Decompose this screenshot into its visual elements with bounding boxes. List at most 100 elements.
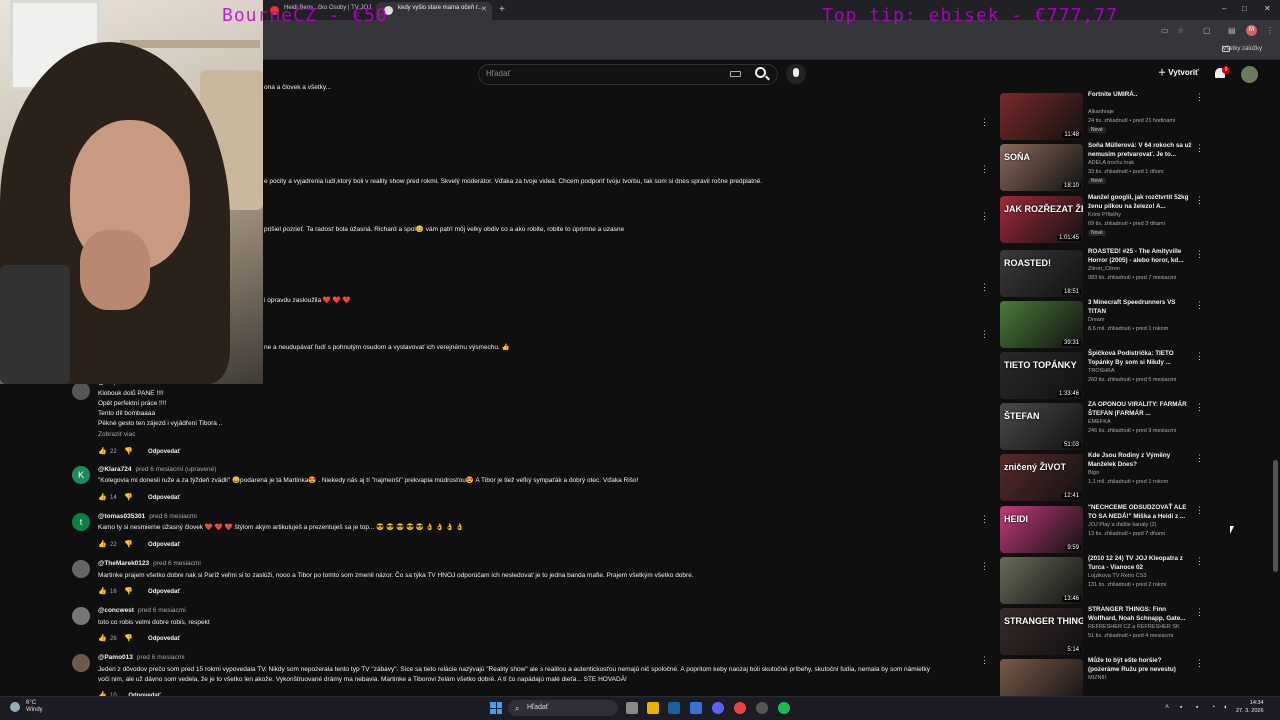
- browser-tab-2[interactable]: kedy vyšlo stare mama očeň r... ✕: [376, 2, 492, 20]
- video-title[interactable]: 3 Minecraft Speedrunners VS TITAN: [1088, 298, 1192, 316]
- video-thumbnail[interactable]: JAK ROZŘEZAT ŽENU 1:01:45: [1000, 196, 1083, 243]
- create-button[interactable]: ＋ Vytvoriť: [1158, 67, 1199, 78]
- video-menu-icon[interactable]: ⋮: [1195, 144, 1204, 153]
- channel-name[interactable]: Lojzikova TV Retro CS3: [1088, 573, 1147, 579]
- comment-menu-icon[interactable]: ⋮: [980, 330, 989, 339]
- video-menu-icon[interactable]: ⋮: [1195, 506, 1204, 515]
- recommended-video[interactable]: TIETO TOPÁNKY 1:33:46 Špičková Podistrička…: [1000, 349, 1204, 402]
- tray-app-icon[interactable]: ▪: [1180, 704, 1182, 711]
- video-menu-icon[interactable]: ⋮: [1195, 301, 1204, 310]
- video-menu-icon[interactable]: ⋮: [1195, 352, 1204, 361]
- channel-name[interactable]: Alkanhraje: [1088, 109, 1114, 115]
- video-title[interactable]: "NECHCEME ODSUDZOVAŤ ALE TO SA NEDÁ!" Mi…: [1088, 503, 1192, 521]
- keyboard-icon[interactable]: [730, 71, 741, 77]
- recommended-video[interactable]: 13:46 (2010 12 24) TV JOJ Kleopatra z Tur…: [1000, 554, 1204, 607]
- profile-icon[interactable]: M: [1246, 25, 1257, 36]
- video-title[interactable]: Fortnite UMIRÁ..: [1088, 90, 1192, 99]
- recommended-video[interactable]: SOŇA 18:10 Soňa Müllerová: V 64 rokoch sa …: [1000, 142, 1204, 194]
- chrome-icon[interactable]: [734, 702, 746, 714]
- install-icon[interactable]: ▭: [1161, 26, 1169, 35]
- video-menu-icon[interactable]: ⋮: [1195, 608, 1204, 617]
- bookmark-star-icon[interactable]: ☆: [1177, 26, 1184, 35]
- comment-menu-icon[interactable]: ⋮: [980, 656, 989, 665]
- video-title[interactable]: STRANGER THINGS: Finn Wolfhard, Noah Sch…: [1088, 605, 1192, 623]
- thumbs-down-icon[interactable]: 👎: [124, 540, 133, 548]
- channel-name[interactable]: JOJ Play a ďalšie kanály (2): [1088, 522, 1157, 528]
- thumbs-up-icon[interactable]: 👍: [98, 587, 107, 595]
- video-thumbnail[interactable]: 13:46: [1000, 557, 1083, 604]
- video-thumbnail[interactable]: ŠTEFAN 51:03: [1000, 403, 1083, 450]
- comment-author[interactable]: @Pamo013: [98, 654, 133, 661]
- reply-button[interactable]: Odpovedať: [148, 449, 180, 455]
- channel-name[interactable]: EMEFKA: [1088, 419, 1111, 425]
- comment-author[interactable]: @Klara724: [98, 466, 131, 473]
- reply-button[interactable]: Odpovedať: [148, 589, 180, 595]
- weather-widget[interactable]: 6°C Windy: [26, 700, 43, 714]
- reply-button[interactable]: Odpovedať: [148, 542, 180, 548]
- comment-menu-icon[interactable]: ⋮: [980, 283, 989, 292]
- app-icon[interactable]: [690, 702, 702, 714]
- avatar[interactable]: [72, 607, 90, 625]
- video-title[interactable]: Může to být ešte horšie? (pozeráme Ružu …: [1088, 656, 1192, 674]
- new-tab-button[interactable]: +: [499, 4, 505, 15]
- comment-author[interactable]: @tomas035301: [98, 513, 145, 520]
- comment-author[interactable]: @TheMarek0123: [98, 560, 149, 567]
- video-menu-icon[interactable]: ⋮: [1195, 659, 1204, 668]
- channel-name[interactable]: REFRESHER CZ a REFRESHER SK: [1088, 624, 1180, 630]
- video-menu-icon[interactable]: ⋮: [1195, 454, 1204, 463]
- recommended-video[interactable]: 39:31 3 Minecraft Speedrunners VS TITAN Dr…: [1000, 298, 1204, 351]
- tray-chevron-icon[interactable]: ˄: [1165, 704, 1169, 711]
- windows-start-icon[interactable]: [490, 702, 502, 714]
- maximize-button[interactable]: □: [1242, 4, 1247, 13]
- thumbs-up-icon[interactable]: 👍: [98, 634, 107, 642]
- recommended-video[interactable]: HEIDI 9:59 "NECHCEME ODSUDZOVAŤ ALE TO SA …: [1000, 503, 1204, 556]
- microphone-icon[interactable]: [786, 64, 806, 84]
- thumbs-down-icon[interactable]: 👎: [124, 587, 133, 595]
- reply-button[interactable]: Odpovedať: [148, 636, 180, 642]
- avatar[interactable]: [72, 560, 90, 578]
- menu-kebab-icon[interactable]: ⋮: [1266, 26, 1274, 35]
- video-title[interactable]: (2010 12 24) TV JOJ Kleopatra z Turca - …: [1088, 554, 1192, 572]
- video-menu-icon[interactable]: ⋮: [1195, 403, 1204, 412]
- thumbs-down-icon[interactable]: 👎: [124, 447, 133, 455]
- channel-name[interactable]: Bigo: [1088, 470, 1099, 476]
- discord-icon[interactable]: [712, 702, 724, 714]
- video-menu-icon[interactable]: ⋮: [1195, 196, 1204, 205]
- video-thumbnail[interactable]: zničený ŽIVOT 12:41: [1000, 454, 1083, 501]
- avatar[interactable]: [72, 654, 90, 672]
- recommended-video[interactable]: ŠTEFAN 51:03 ZA OPONOU VIRALITY: FARMÁR ŠT…: [1000, 400, 1204, 453]
- video-title[interactable]: Manžel googlil, jak rozčtvrtit 52kg ženu…: [1088, 193, 1192, 211]
- channel-name[interactable]: Zitron_Citron: [1088, 266, 1120, 272]
- video-menu-icon[interactable]: ⋮: [1195, 93, 1204, 102]
- task-view-icon[interactable]: [626, 702, 638, 714]
- channel-name[interactable]: MIZNIII: [1088, 675, 1106, 681]
- recommended-video[interactable]: ROASTED! 18:51 ROASTED! #25 - The Amityvil…: [1000, 248, 1204, 300]
- video-title[interactable]: Kde Jsou Rodiny z Výměny Manželek Dnes?: [1088, 451, 1192, 469]
- page-scrollbar[interactable]: [1273, 460, 1278, 572]
- account-avatar[interactable]: [1241, 66, 1258, 83]
- video-thumbnail[interactable]: ROASTED! 18:51: [1000, 250, 1083, 297]
- video-thumbnail[interactable]: STRANGER THINGS 5:14: [1000, 608, 1083, 655]
- thumbs-down-icon[interactable]: 👎: [124, 634, 133, 642]
- thumbs-down-icon[interactable]: 👎: [124, 493, 133, 501]
- close-window-button[interactable]: ✕: [1264, 4, 1271, 13]
- video-title[interactable]: ZA OPONOU VIRALITY: FARMÁR ŠTEFAN (FARMÁ…: [1088, 400, 1192, 418]
- taskbar-clock[interactable]: 14:34 27. 3. 2026: [1236, 699, 1264, 715]
- file-explorer-icon[interactable]: [647, 702, 659, 714]
- recommended-video[interactable]: 11:48 Fortnite UMIRÁ.. Alkanhraje 24 tis. z…: [1000, 90, 1204, 143]
- close-tab-icon[interactable]: ✕: [481, 5, 487, 13]
- thumbs-up-icon[interactable]: 👍: [98, 493, 107, 501]
- wifi-icon[interactable]: ◔: [1211, 704, 1215, 711]
- comment-menu-icon[interactable]: ⋮: [980, 118, 989, 127]
- comment-author[interactable]: @concwest: [98, 607, 134, 614]
- thumbs-up-icon[interactable]: 👍: [98, 447, 107, 455]
- comment-menu-icon[interactable]: ⋮: [980, 562, 989, 571]
- video-menu-icon[interactable]: ⋮: [1195, 250, 1204, 259]
- video-thumbnail[interactable]: SOŇA 18:10: [1000, 144, 1083, 191]
- video-title[interactable]: Špičková Podistrička: TIETO Topánky By s…: [1088, 349, 1192, 367]
- search-icon[interactable]: [755, 67, 766, 78]
- recommended-video[interactable]: STRANGER THINGS 5:14 STRANGER THINGS: Finn…: [1000, 605, 1204, 658]
- avatar[interactable]: K: [72, 466, 90, 484]
- avatar[interactable]: [72, 382, 90, 400]
- comment-menu-icon[interactable]: ⋮: [980, 515, 989, 524]
